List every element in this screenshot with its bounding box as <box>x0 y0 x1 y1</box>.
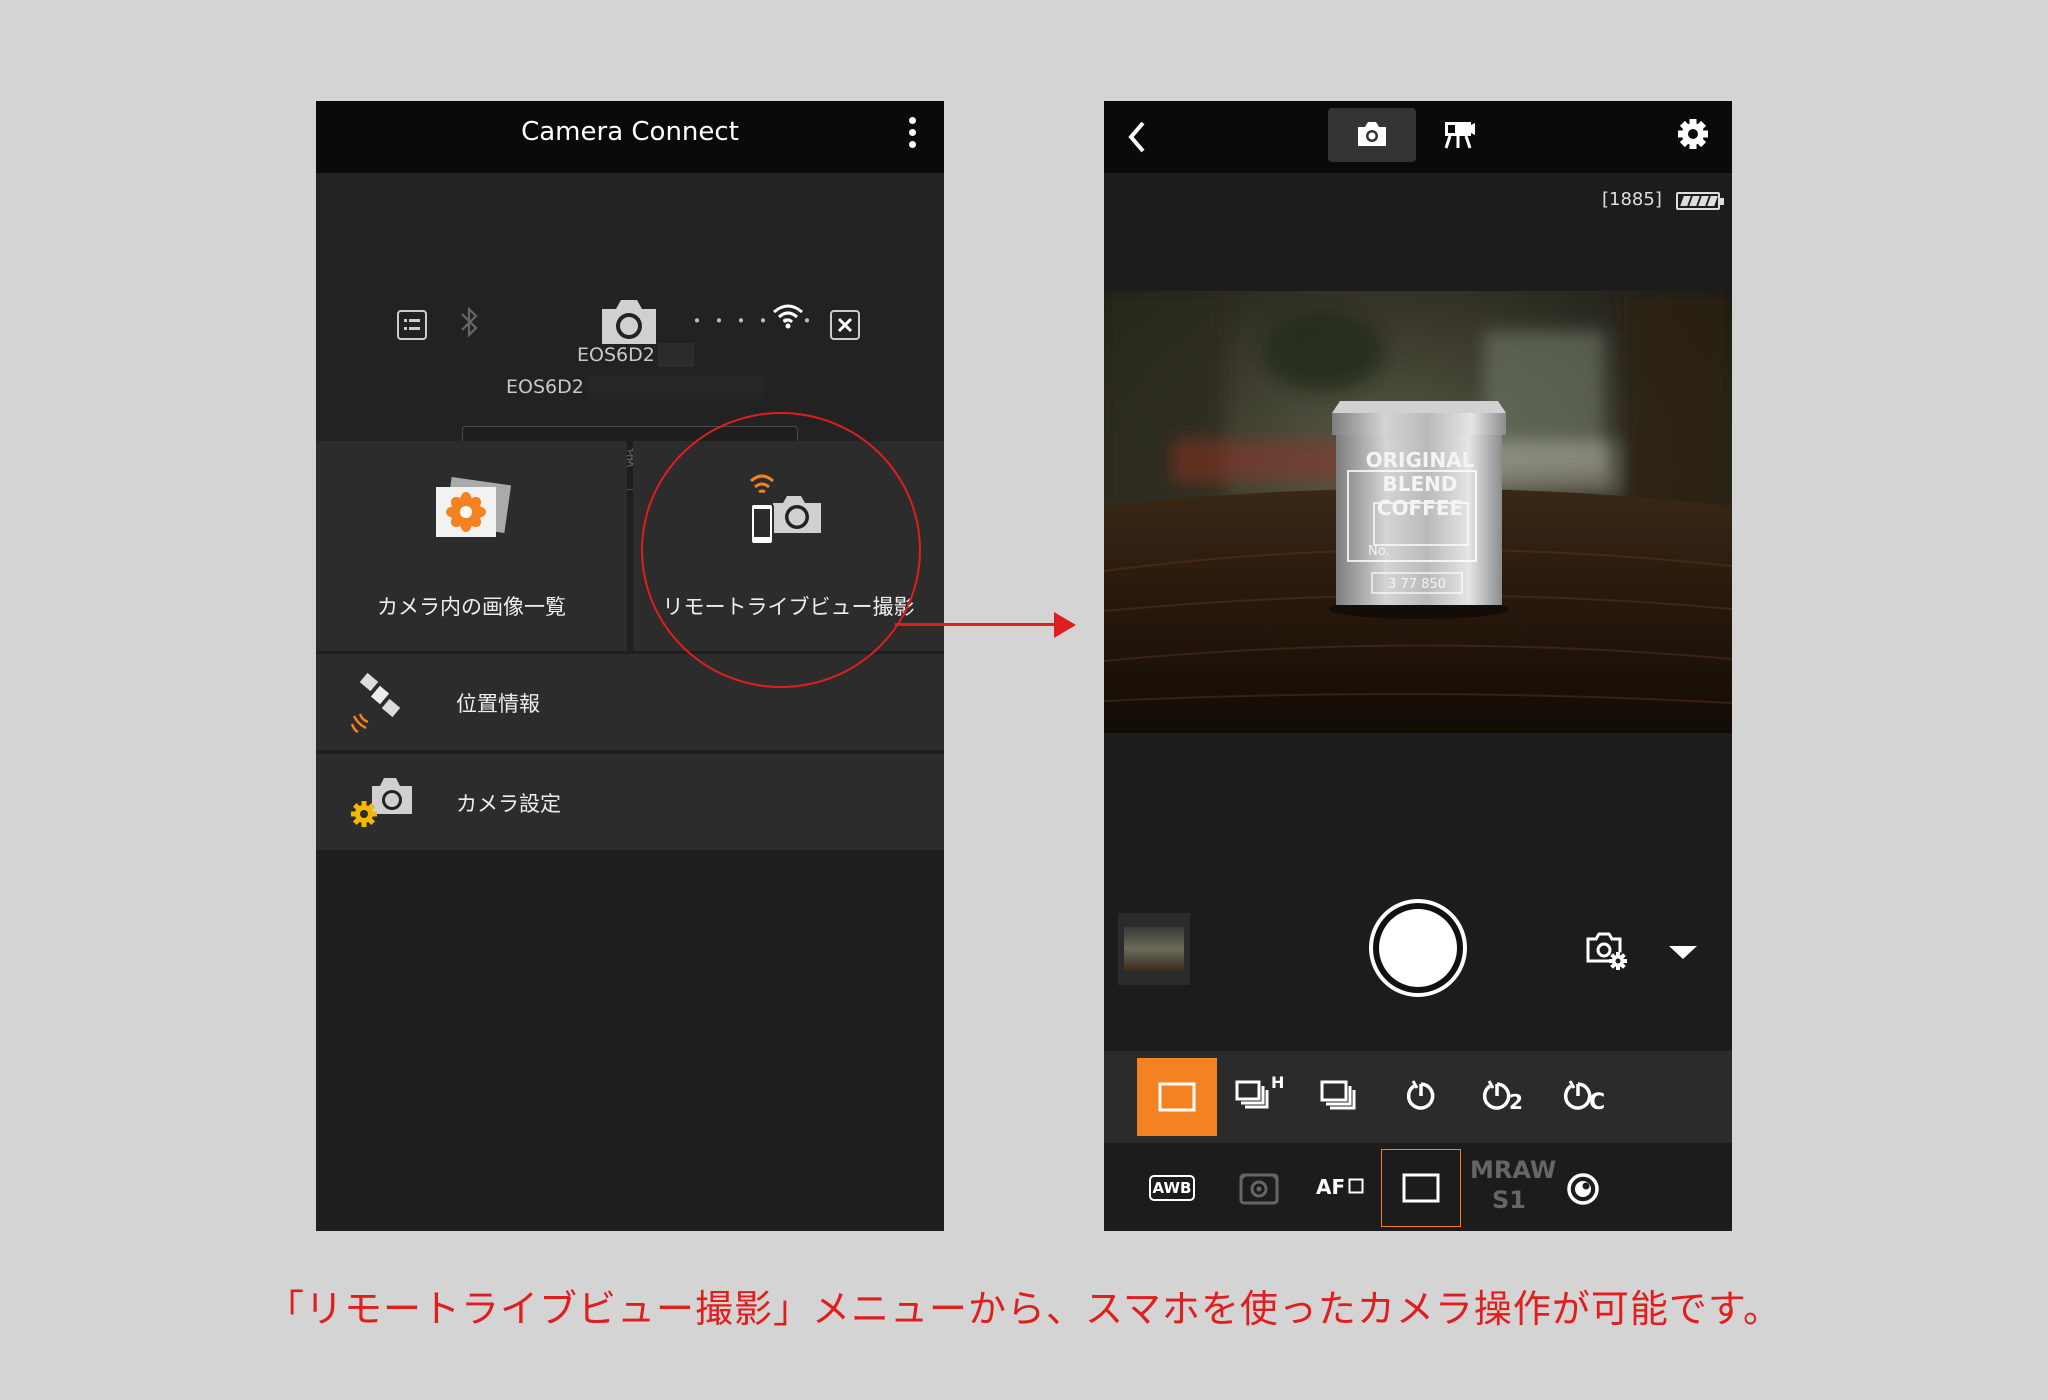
drive-mode-current-button[interactable] <box>1381 1149 1461 1227</box>
empty-area <box>316 853 944 1231</box>
chevron-left-icon[interactable] <box>1126 119 1148 155</box>
connection-panel: ・・・・・・ EOS6D2 EOS6D2 かんたん接続ガイド <box>316 173 944 490</box>
continuous-high-button[interactable]: H <box>1219 1058 1299 1136</box>
self-timer-continuous-button[interactable]: C <box>1543 1058 1623 1136</box>
remote-phone-camera-icon <box>749 474 821 545</box>
tin-text: ORIGINAL <box>1366 448 1475 472</box>
self-timer-2s-icon: 2 <box>1482 1080 1523 1114</box>
picture-style-button[interactable] <box>1543 1149 1623 1227</box>
continuous-high-icon: H <box>1235 1073 1284 1109</box>
svg-text:H: H <box>1271 1073 1284 1092</box>
awb-label: AWB <box>1149 1175 1195 1201</box>
row-label: カメラ設定 <box>456 792 561 816</box>
live-view-image[interactable]: ORIGINAL BLEND COFFEE No. 3 77 850 <box>1104 291 1732 733</box>
continuous-low-button[interactable] <box>1300 1058 1380 1136</box>
self-timer-2s-button[interactable]: 2 <box>1462 1058 1542 1136</box>
caption: 「リモートライブビュー撮影」メニューから、スマホを使ったカメラ操作が可能です。 <box>265 1287 1783 1331</box>
gear-icon[interactable] <box>1676 117 1710 151</box>
photo-mode-button[interactable] <box>1328 108 1416 162</box>
picture-style-icon <box>1567 1173 1599 1205</box>
kebab-menu-icon[interactable] <box>904 113 920 161</box>
tin-text: COFFEE <box>1377 496 1463 520</box>
shutter-button[interactable] <box>1369 899 1467 997</box>
single-shot-button[interactable] <box>1137 1058 1217 1136</box>
last-shot-thumbnail[interactable] <box>1118 913 1190 985</box>
device-network-name: EOS6D2 <box>506 376 584 398</box>
single-shot-icon <box>1402 1173 1440 1203</box>
camera-gear-icon <box>351 778 412 827</box>
camera-icon <box>602 300 656 344</box>
metering-icon <box>1239 1173 1279 1205</box>
row-label: 位置情報 <box>456 692 540 716</box>
tile-remote-live-view[interactable]: リモートライブビュー撮影 <box>633 441 944 651</box>
svg-text:C: C <box>1589 1090 1605 1115</box>
af-label: AF <box>1316 1175 1346 1199</box>
app-header: Camera Connect <box>316 101 944 173</box>
chevron-down-icon[interactable] <box>1669 946 1697 959</box>
camera-connect-home-screen: Camera Connect ・・・・・・ EOS6D2 EOS6D2 かんたん… <box>316 101 944 1231</box>
app-title: Camera Connect <box>521 117 739 147</box>
list-icon[interactable] <box>397 310 427 340</box>
camera-settings-icon[interactable] <box>1586 931 1630 971</box>
tin-text: 3 77 850 <box>1388 577 1446 592</box>
metering-mode-button[interactable] <box>1219 1149 1299 1227</box>
redaction-bar <box>589 375 763 399</box>
svg-text:2: 2 <box>1509 1090 1523 1114</box>
row-location-info[interactable]: 位置情報 <box>316 654 944 750</box>
movie-mode-icon[interactable] <box>1442 119 1476 151</box>
photo-mode-icon <box>1358 122 1386 146</box>
device-name: EOS6D2 <box>577 344 655 366</box>
shots-remaining: [1885] <box>1602 189 1662 210</box>
af-mode-button[interactable]: AF <box>1300 1149 1380 1227</box>
remote-live-view-screen: [1885] ORIGINAL BLEND COFFEE No. 3 77 85… <box>1104 101 1732 1231</box>
coffee-tin-scene: ORIGINAL BLEND COFFEE No. 3 77 850 <box>1104 291 1732 733</box>
self-timer-10s-button[interactable] <box>1381 1058 1461 1136</box>
white-balance-button[interactable]: AWB <box>1137 1149 1217 1227</box>
tin-text: No. <box>1368 544 1390 559</box>
redaction-bar <box>658 343 694 367</box>
tile-label: カメラ内の画像一覧 <box>377 595 566 619</box>
row-camera-settings[interactable]: カメラ設定 <box>316 754 944 850</box>
self-timer-continuous-icon: C <box>1563 1080 1605 1115</box>
battery-full-icon <box>1676 192 1724 210</box>
satellite-icon <box>350 672 401 734</box>
bluetooth-icon <box>461 306 478 338</box>
tile-label: リモートライブビュー撮影 <box>662 595 915 619</box>
disconnect-icon[interactable] <box>830 310 860 340</box>
af-frame-icon <box>1348 1178 1364 1194</box>
single-shot-icon <box>1158 1082 1196 1112</box>
arrow-line <box>895 623 1057 626</box>
gallery-flower-icon <box>436 477 512 537</box>
image-quality-button[interactable]: MRAW S1 <box>1462 1149 1556 1227</box>
self-timer-10s-icon <box>1406 1080 1435 1110</box>
continuous-low-icon <box>1320 1080 1356 1110</box>
arrow-head <box>1054 612 1076 638</box>
tile-camera-images[interactable]: カメラ内の画像一覧 <box>316 441 627 651</box>
liveview-header <box>1104 101 1732 173</box>
tin-text: BLEND <box>1383 472 1458 496</box>
wifi-icon <box>773 304 803 329</box>
